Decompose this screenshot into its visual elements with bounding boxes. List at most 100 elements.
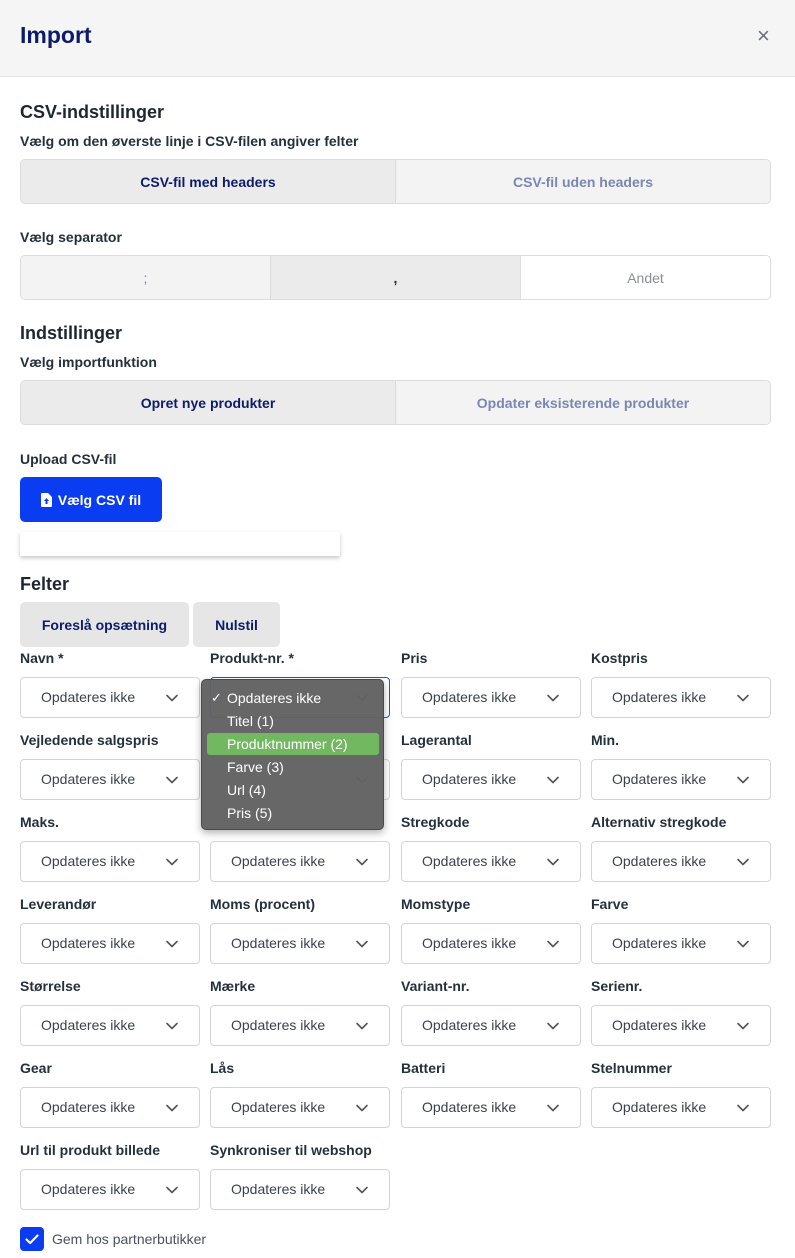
chevron-down-icon xyxy=(356,1104,368,1112)
field-select-batteri[interactable]: Opdateres ikke xyxy=(401,1087,581,1128)
product-number-dropdown: ✓ Opdateres ikke Titel (1) Produktnummer (2… xyxy=(201,679,384,830)
field-select-farve[interactable]: Opdateres ikke xyxy=(591,923,771,964)
field-label-størrelse: Størrelse xyxy=(20,978,81,994)
separator-semicolon-option[interactable]: ; xyxy=(21,256,270,299)
field-label-url-til-produkt-billede: Url til produkt billede xyxy=(20,1142,161,1158)
field-select-value: Opdateres ikke xyxy=(41,771,136,787)
field-label-alternativ-stregkode: Alternativ stregkode xyxy=(591,814,727,830)
field-label-vejledende-salgspris: Vejledende salgspris xyxy=(20,732,159,748)
field-select-alternativ-stregkode[interactable]: Opdateres ikke xyxy=(591,841,771,882)
dropdown-option[interactable]: Farve (3) xyxy=(207,756,379,778)
field-select-stregkode[interactable]: Opdateres ikke xyxy=(401,841,581,882)
import-function-label: Vælg importfunktion xyxy=(20,354,157,370)
update-products-option[interactable]: Opdater eksisterende produkter xyxy=(395,381,770,424)
create-products-option[interactable]: Opret nye produkter xyxy=(21,381,395,424)
dropdown-option[interactable]: Produktnummer (2) xyxy=(207,733,379,755)
field-select-value: Opdateres ikke xyxy=(422,1099,517,1115)
field-select-navn[interactable]: Opdateres ikke xyxy=(20,677,200,718)
field-select-pris[interactable]: Opdateres ikke xyxy=(401,677,581,718)
field-label-maks: Maks. xyxy=(20,814,59,830)
field-label-mærke: Mærke xyxy=(210,978,256,994)
field-select-kostpris[interactable]: Opdateres ikke xyxy=(591,677,771,718)
field-select-momstype[interactable]: Opdateres ikke xyxy=(401,923,581,964)
field-select-value: Opdateres ikke xyxy=(422,853,517,869)
field-select-value: Opdateres ikke xyxy=(612,935,707,951)
field-select-url-til-produkt-billede[interactable]: Opdateres ikke xyxy=(20,1169,200,1210)
field-select-min[interactable]: Opdateres ikke xyxy=(591,759,771,800)
dropdown-option[interactable]: ✓ Opdateres ikke xyxy=(207,687,379,709)
field-label-serienr: Serienr. xyxy=(591,978,643,994)
field-select-maks[interactable]: Opdateres ikke xyxy=(20,841,200,882)
field-select-value: Opdateres ikke xyxy=(41,1181,136,1197)
dropdown-option[interactable]: Titel (1) xyxy=(207,710,379,732)
field-label-stregkode: Stregkode xyxy=(401,814,470,830)
dropdown-option-label: Url (4) xyxy=(227,782,266,798)
chevron-down-icon xyxy=(547,1104,559,1112)
chevron-down-icon xyxy=(356,858,368,866)
field-select-value: Opdateres ikke xyxy=(41,1017,136,1033)
csv-without-headers-option[interactable]: CSV-fil uden headers xyxy=(395,160,770,203)
field-select-field-9[interactable]: Opdateres ikke xyxy=(210,841,390,882)
checkmark-icon: ✓ xyxy=(211,690,222,705)
field-select-vejledende-salgspris[interactable]: Opdateres ikke xyxy=(20,759,200,800)
field-select-lagerantal[interactable]: Opdateres ikke xyxy=(401,759,581,800)
csv-settings-heading: CSV-indstillinger xyxy=(20,102,165,122)
field-select-lås[interactable]: Opdateres ikke xyxy=(210,1087,390,1128)
field-select-value: Opdateres ikke xyxy=(612,689,707,705)
field-select-value: Opdateres ikke xyxy=(422,1017,517,1033)
field-label-lås: Lås xyxy=(210,1060,235,1076)
field-select-leverandør[interactable]: Opdateres ikke xyxy=(20,923,200,964)
suggest-setup-button[interactable]: Foreslå opsætning xyxy=(20,602,189,647)
chevron-down-icon xyxy=(737,1022,749,1030)
field-label-kostpris: Kostpris xyxy=(591,650,648,666)
chevron-down-icon xyxy=(166,1022,178,1030)
choose-csv-label: Vælg CSV fil xyxy=(57,491,142,508)
field-select-value: Opdateres ikke xyxy=(231,1099,326,1115)
choose-csv-button[interactable]: Vælg CSV fil xyxy=(20,477,162,522)
field-label-pris: Pris xyxy=(401,650,428,666)
csv-with-headers-option[interactable]: CSV-fil med headers xyxy=(21,160,395,203)
field-select-stelnummer[interactable]: Opdateres ikke xyxy=(591,1087,771,1128)
field-select-synkroniser-til-webshop[interactable]: Opdateres ikke xyxy=(210,1169,390,1210)
dropdown-option[interactable]: Pris (5) xyxy=(207,802,379,824)
save-partner-label: Gem hos partnerbutikker xyxy=(52,1231,207,1247)
separator-other-option[interactable]: Andet xyxy=(520,256,770,299)
reset-button[interactable]: Nulstil xyxy=(193,602,280,647)
dropdown-option[interactable]: Url (4) xyxy=(207,779,379,801)
field-select-gear[interactable]: Opdateres ikke xyxy=(20,1087,200,1128)
field-label-momstype: Momstype xyxy=(401,896,471,912)
check-icon xyxy=(25,1233,39,1244)
field-select-serienr[interactable]: Opdateres ikke xyxy=(591,1005,771,1046)
field-select-størrelse[interactable]: Opdateres ikke xyxy=(20,1005,200,1046)
save-partner-checkbox[interactable] xyxy=(20,1227,44,1251)
field-select-value: Opdateres ikke xyxy=(231,935,326,951)
field-label-stelnummer: Stelnummer xyxy=(591,1060,672,1076)
field-label-synkroniser-til-webshop: Synkroniser til webshop xyxy=(210,1142,372,1158)
field-select-moms-procent[interactable]: Opdateres ikke xyxy=(210,923,390,964)
field-select-value: Opdateres ikke xyxy=(41,1099,136,1115)
dropdown-option-label: Pris (5) xyxy=(227,805,273,821)
close-icon[interactable]: × xyxy=(757,23,770,49)
field-label-farve: Farve xyxy=(591,896,629,912)
chevron-down-icon xyxy=(737,694,749,702)
chevron-down-icon xyxy=(737,858,749,866)
field-select-value: Opdateres ikke xyxy=(612,853,707,869)
chevron-down-icon xyxy=(356,940,368,948)
chevron-down-icon xyxy=(166,1104,178,1112)
field-label-navn: Navn * xyxy=(20,650,64,666)
chevron-down-icon xyxy=(166,858,178,866)
separator-comma-option[interactable]: , xyxy=(270,256,520,299)
field-label-batteri: Batteri xyxy=(401,1060,446,1076)
chevron-down-icon xyxy=(166,940,178,948)
chevron-down-icon xyxy=(547,776,559,784)
field-select-value: Opdateres ikke xyxy=(231,1181,326,1197)
field-select-value: Opdateres ikke xyxy=(612,771,707,787)
chevron-down-icon xyxy=(547,694,559,702)
settings-heading: Indstillinger xyxy=(20,323,123,343)
dropdown-option-label: Produktnummer (2) xyxy=(227,736,348,752)
chevron-down-icon xyxy=(547,1022,559,1030)
field-label-lagerantal: Lagerantal xyxy=(401,732,472,748)
field-select-mærke[interactable]: Opdateres ikke xyxy=(210,1005,390,1046)
chevron-down-icon xyxy=(737,1104,749,1112)
field-select-variant-nr[interactable]: Opdateres ikke xyxy=(401,1005,581,1046)
